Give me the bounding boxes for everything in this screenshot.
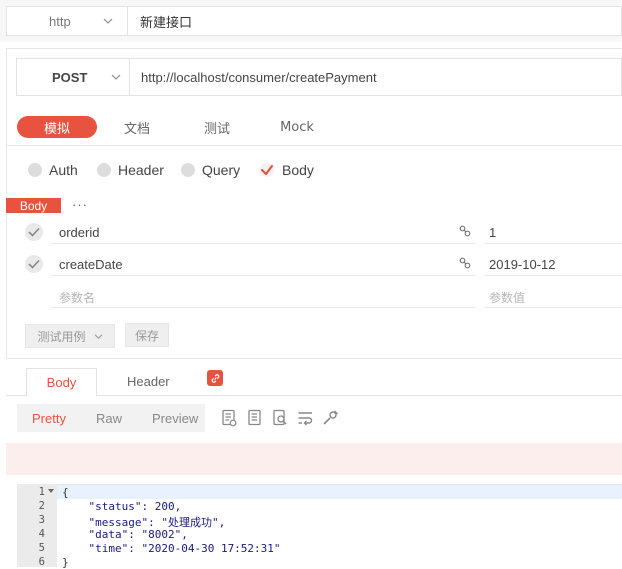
chevron-down-icon [103, 17, 113, 25]
new-param-value-input[interactable]: 参数值 [489, 289, 525, 306]
tab-label: Header [127, 374, 170, 389]
radio-label: Header [118, 162, 164, 178]
chevron-down-icon [111, 73, 121, 81]
more-dots: ··· [72, 197, 88, 212]
tab-label: Body [46, 375, 77, 390]
divider [50, 243, 476, 244]
response-status-band [6, 443, 622, 475]
divider [50, 275, 476, 276]
radio-body[interactable]: Body [259, 160, 314, 180]
radio-query[interactable]: Query [181, 160, 240, 180]
url-value: http://localhost/consumer/createPayment [141, 69, 377, 85]
tab-test[interactable]: 测试 [195, 116, 239, 138]
param-key[interactable]: createDate [59, 257, 123, 272]
radio-label: Auth [49, 162, 78, 178]
more-options-icon[interactable]: ··· [72, 197, 88, 212]
code-line: { [62, 486, 69, 499]
code-line: "time": "2020-04-30 17:52:31" [62, 542, 281, 555]
param-enable-checkbox[interactable] [25, 255, 43, 273]
divider [484, 243, 622, 244]
protocol-value: http [49, 13, 71, 29]
radio-label: Body [282, 162, 314, 178]
divider [6, 395, 622, 396]
code-line: } [62, 556, 69, 569]
line-gutter: 1 2 3 4 5 6 [17, 484, 57, 568]
format-switch: Pretty Raw Preview [17, 404, 205, 432]
tab-label: 模拟 [43, 121, 70, 137]
radio-circle [97, 163, 111, 177]
link-icon[interactable] [207, 370, 223, 386]
param-value[interactable]: 2019-10-12 [489, 257, 556, 272]
test-case-dropdown[interactable]: 测试用例 [25, 324, 115, 348]
test-case-label: 测试用例 [37, 329, 86, 344]
link-icon[interactable] [459, 225, 471, 237]
request-card [6, 48, 622, 368]
body-section-label: Body [6, 198, 61, 213]
tab-simulate[interactable]: 模拟 [17, 116, 97, 138]
code-text: { "status": 200, "message": "处理成功", "dat… [62, 484, 622, 569]
body-label-text: Body [19, 198, 48, 213]
api-name-value: 新建接口 [140, 15, 193, 31]
checkmark-icon [259, 162, 275, 178]
protocol-select[interactable]: http [6, 6, 128, 36]
param-key[interactable]: orderid [59, 225, 99, 240]
chevron-down-icon [94, 333, 103, 340]
document-icon[interactable] [247, 409, 263, 427]
tool-icon[interactable] [322, 410, 339, 426]
search-icon[interactable] [272, 409, 288, 427]
param-enable-checkbox[interactable] [25, 223, 43, 241]
line-number: 4 [38, 528, 45, 540]
divider [6, 145, 622, 146]
tab-label: Mock [280, 119, 314, 135]
response-tab-body[interactable]: Body [26, 368, 97, 396]
format-preview[interactable]: Preview [152, 411, 198, 426]
save-label: 保存 [134, 328, 159, 343]
tab-label: 文档 [123, 121, 150, 137]
line-number: 6 [38, 556, 45, 568]
check-icon [28, 259, 40, 269]
divider [484, 275, 622, 276]
line-number: 3 [38, 514, 45, 526]
divider [6, 358, 622, 359]
divider [484, 307, 622, 308]
format-pretty[interactable]: Pretty [32, 411, 66, 426]
check-icon [28, 227, 40, 237]
method-value: POST [52, 69, 88, 85]
param-value[interactable]: 1 [489, 225, 496, 240]
new-param-key-input[interactable]: 参数名 [59, 289, 95, 306]
radio-auth[interactable]: Auth [28, 160, 78, 180]
divider [50, 307, 476, 308]
radio-header[interactable]: Header [97, 160, 164, 180]
link-icon[interactable] [459, 257, 471, 269]
code-line: "status": 200, [62, 500, 182, 513]
radio-circle [28, 163, 42, 177]
tab-label: 测试 [203, 121, 230, 137]
tab-docs[interactable]: 文档 [115, 116, 159, 138]
url-input[interactable]: http://localhost/consumer/createPayment [129, 58, 622, 96]
copy-icon[interactable] [221, 409, 237, 427]
radio-circle [181, 163, 195, 177]
method-select[interactable]: POST [16, 58, 130, 96]
response-tab-header[interactable]: Header [127, 374, 170, 389]
line-number: 5 [38, 542, 45, 554]
line-number: 1 [38, 486, 45, 498]
tab-mock[interactable]: Mock [275, 116, 319, 138]
radio-label: Query [202, 162, 241, 178]
save-button[interactable]: 保存 [125, 323, 169, 347]
fold-arrow-icon[interactable] [48, 489, 54, 494]
code-line: "data": "8002", [62, 528, 188, 541]
line-number: 2 [38, 500, 45, 512]
wrap-icon[interactable] [297, 410, 314, 426]
format-raw[interactable]: Raw [96, 411, 122, 426]
api-name-input[interactable]: 新建接口 [127, 6, 622, 36]
